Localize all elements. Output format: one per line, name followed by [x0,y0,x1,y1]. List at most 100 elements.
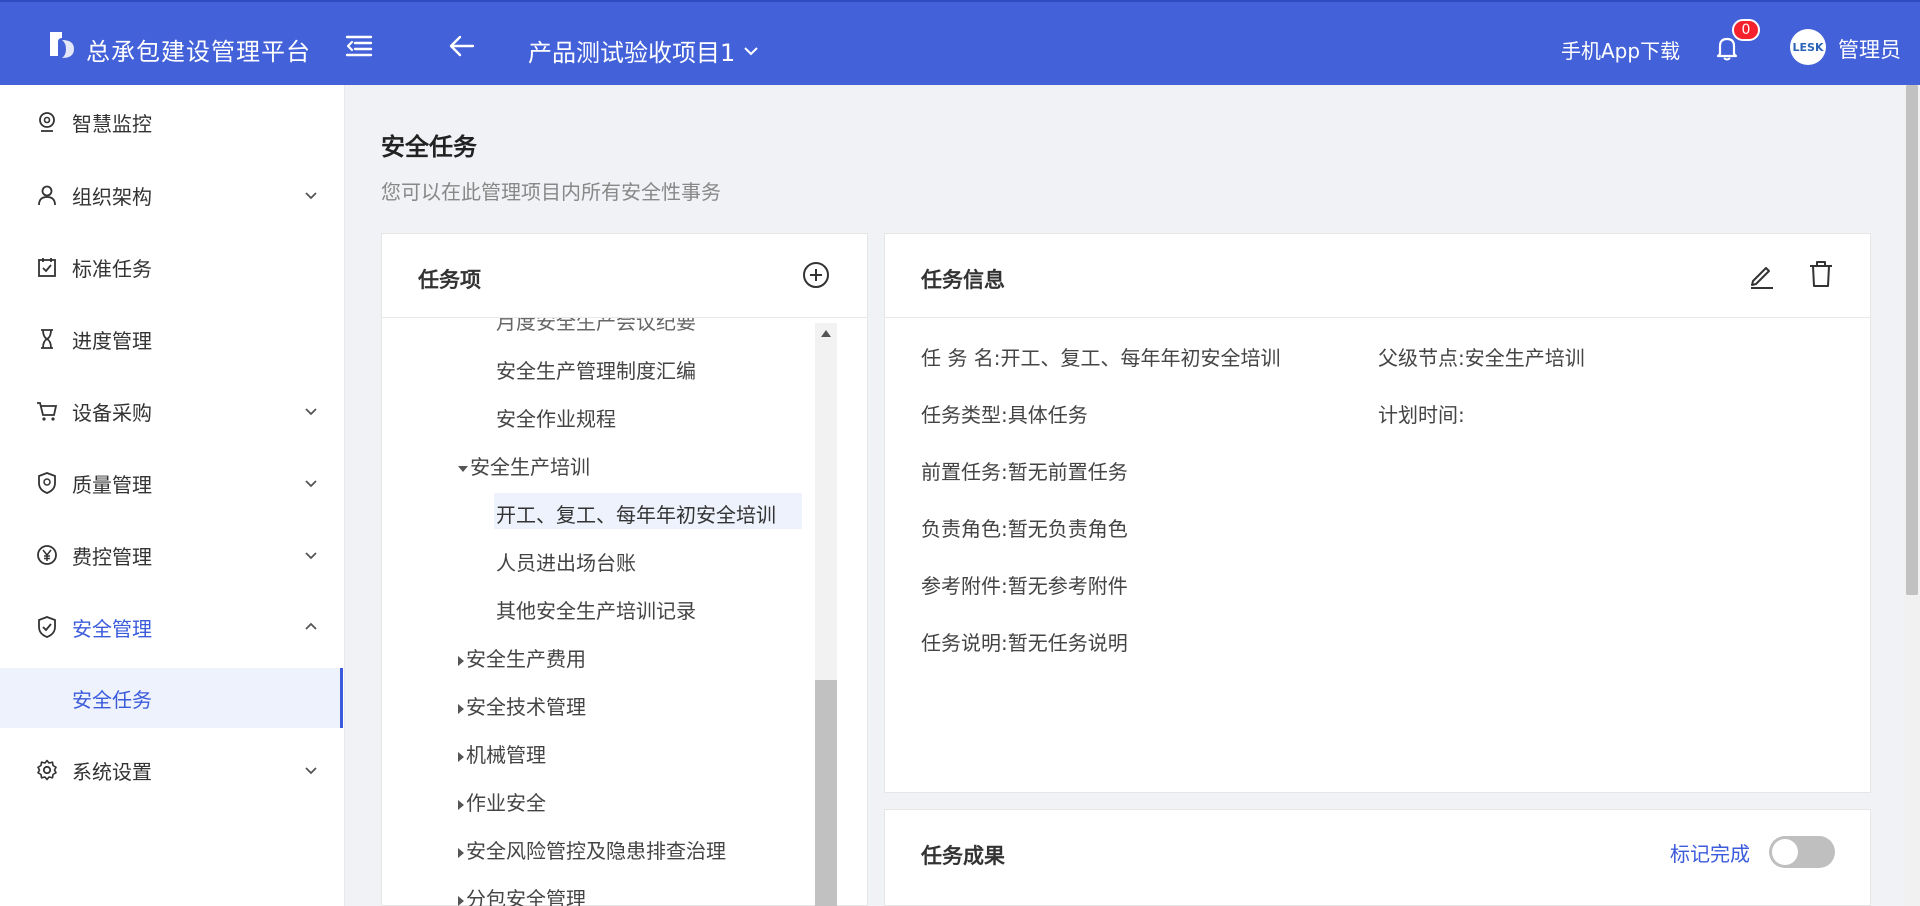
mark-complete-label[interactable]: 标记完成 [1670,838,1750,867]
tree-item-label: 安全生产费用 [466,647,586,671]
sidebar-item-org[interactable]: 组织架构 [0,165,345,225]
attachment-value: 暂无参考附件 [1007,574,1128,598]
chevron-down-icon [744,46,758,55]
caret-down-icon[interactable] [458,465,468,472]
avatar[interactable]: LESK [1790,29,1826,65]
tree-item[interactable]: 人员进出场台账 [496,547,636,576]
tree-item-collapsed[interactable]: 分包安全管理 [458,883,586,906]
card-header: 任务项 [382,234,867,318]
sidebar-item-progress[interactable]: 进度管理 [0,309,345,369]
sidebar-item-label: 安全管理 [72,616,152,641]
tree-item[interactable]: 其他安全生产培训记录 [496,595,696,624]
plan-time-row: 计划时间: [1378,399,1465,428]
tree-item-selected[interactable]: 开工、复工、每年年初安全培训 [496,499,776,528]
chevron-down-icon [305,767,317,775]
pre-task-label: 前置任务: [921,460,1008,484]
page-title: 安全任务 [381,133,477,161]
page-scrollbar-thumb[interactable] [1906,85,1918,595]
scroll-up-arrow-icon[interactable] [821,330,831,337]
tree-item[interactable]: 月度安全生产会议纪要 [496,318,696,335]
card-title: 任务成果 [921,844,1005,868]
tree-item-collapsed[interactable]: 机械管理 [458,739,546,768]
tree-item[interactable]: 安全生产管理制度汇编 [496,355,696,384]
sidebar-item-quality[interactable]: 质量管理 [0,453,345,513]
parent-node-value: 安全生产培训 [1464,346,1585,370]
tree-item-label: 安全风险管控及隐患排查治理 [466,839,726,863]
monitor-icon [39,112,55,132]
task-name-label: 任 务 名: [921,346,1001,370]
tree-item-label: 分包安全管理 [466,887,586,906]
sidebar-item-standard-task[interactable]: 标准任务 [0,237,345,297]
card-title: 任务项 [418,268,481,292]
task-type-row: 任务类型:具体任务 [921,399,1088,428]
card-header: 任务信息 [885,234,1870,318]
notification-badge: 0 [1732,19,1760,41]
gear-icon [37,759,57,781]
tree-item-expanded[interactable]: 安全生产培训 [458,451,590,480]
logo-icon [50,32,74,58]
task-type-label: 任务类型: [921,403,1008,427]
back-arrow-icon[interactable] [448,32,476,60]
sidebar-item-label: 系统设置 [72,759,152,784]
caret-right-icon[interactable] [458,703,464,714]
edit-icon[interactable] [1747,260,1777,290]
shield-badge-icon [38,472,56,494]
add-circle-icon[interactable] [802,261,830,289]
chevron-down-icon [305,408,317,416]
pre-task-row: 前置任务:暂无前置任务 [921,456,1128,485]
sidebar-item-monitor[interactable]: 智慧监控 [0,92,345,152]
caret-right-icon[interactable] [458,895,464,906]
caret-right-icon[interactable] [458,655,464,666]
menu-fold-icon[interactable] [345,35,373,57]
toggle-knob [1772,839,1798,865]
task-name-value: 开工、复工、每年年初安全培训 [1000,346,1281,370]
caret-right-icon[interactable] [458,799,464,810]
project-selector[interactable]: 产品测试验收项目1 [528,33,759,68]
plan-time-label: 计划时间: [1378,403,1465,427]
role-label: 负责角色: [921,517,1008,541]
app-download-link[interactable]: 手机App下载 [1561,35,1680,64]
sidebar-item-label: 组织架构 [72,184,152,209]
sidebar-item-cost[interactable]: 费控管理 [0,525,345,585]
project-name: 产品测试验收项目1 [528,39,736,67]
role-value: 暂无负责角色 [1007,517,1128,541]
tree-item[interactable]: 安全作业规程 [496,403,616,432]
sidebar-item-label: 费控管理 [72,544,152,569]
caret-right-icon[interactable] [458,847,464,858]
delete-icon[interactable] [1807,259,1835,289]
user-icon [38,185,56,206]
sidebar-subitem-label: 安全任务 [72,687,152,712]
caret-right-icon[interactable] [458,751,464,762]
sidebar-subitem-safety-task[interactable]: 安全任务 [0,668,343,728]
yen-icon [37,545,57,565]
sidebar-item-procurement[interactable]: 设备采购 [0,381,345,441]
hourglass-icon [41,329,53,349]
tree-item-collapsed[interactable]: 安全生产费用 [458,643,586,672]
tree-item-collapsed[interactable]: 安全风险管控及隐患排查治理 [458,835,726,864]
shield-check-icon [38,616,56,638]
tree-item-collapsed[interactable]: 作业安全 [458,787,546,816]
sidebar-item-settings[interactable]: 系统设置 [0,740,345,800]
sidebar-item-safety[interactable]: 安全管理 [0,597,345,657]
user-name[interactable]: 管理员 [1838,34,1901,64]
tree-item-collapsed[interactable]: 安全技术管理 [458,691,586,720]
sidebar-item-label: 质量管理 [72,472,152,497]
sidebar-item-label: 设备采购 [72,400,152,425]
parent-node-row: 父级节点:安全生产培训 [1378,342,1585,371]
chevron-down-icon [305,480,317,488]
top-bar: 总承包建设管理平台 产品测试验收项目1 手机App下载 0 LESK 管理员 [0,0,1920,85]
task-type-value: 具体任务 [1007,403,1088,427]
description-value: 暂无任务说明 [1007,631,1128,655]
tree-item-label: 安全生产培训 [470,455,590,479]
description-row: 任务说明:暂无任务说明 [921,627,1128,656]
sidebar: 智慧监控 组织架构 标准任务 进度管理 设备采购 质量管理 费控管理 安全管理 … [0,85,345,906]
role-row: 负责角色:暂无负责角色 [921,513,1128,542]
tree-item-label: 安全技术管理 [466,695,586,719]
tree-scrollbar-thumb[interactable] [815,680,837,906]
chevron-down-icon [305,192,317,200]
calendar-check-icon [38,258,56,277]
mark-complete-toggle[interactable] [1769,836,1835,868]
pre-task-value: 暂无前置任务 [1007,460,1128,484]
card-title: 任务信息 [921,268,1005,292]
page-description: 您可以在此管理项目内所有安全性事务 [381,180,721,204]
